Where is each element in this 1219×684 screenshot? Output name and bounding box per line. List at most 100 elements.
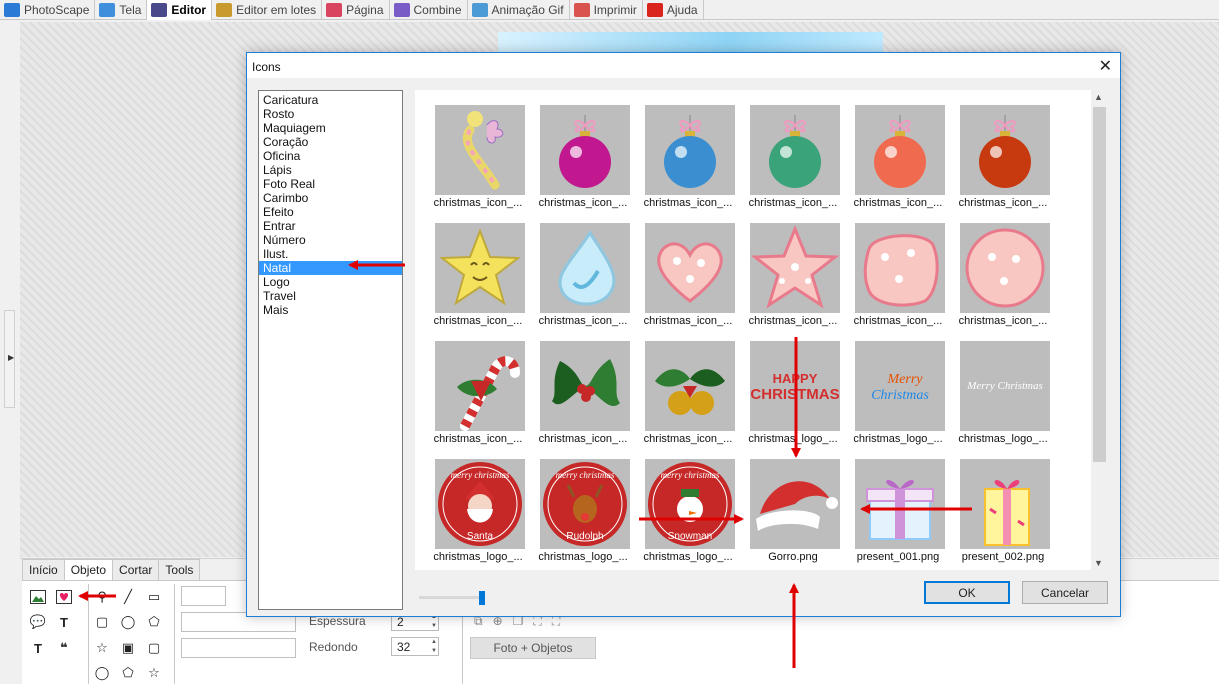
tab-app-icon — [216, 3, 233, 17]
fill-style-select[interactable] — [181, 638, 296, 658]
filled-rect-tool-icon[interactable]: ▣ — [119, 639, 137, 657]
top-tab-editor-em-lotes[interactable]: Editor em lotes — [212, 0, 323, 20]
icon-grid-item[interactable]: Merry Christmas christmas_logo_... — [950, 326, 1050, 445]
top-tab-photoscape[interactable]: PhotoScape — [0, 0, 96, 20]
icon-grid-scrollbar[interactable]: ▲ ▼ — [1091, 90, 1108, 570]
side-panel-toggle[interactable]: ▶ — [4, 310, 15, 408]
icon-grid-item[interactable]: christmas_icon_... — [425, 326, 525, 445]
top-tab-ajuda[interactable]: Ajuda — [643, 0, 704, 20]
icon-grid-item[interactable]: present_001.png — [845, 444, 945, 563]
icon-grid-item[interactable]: christmas_icon_... — [740, 90, 840, 209]
icon-grid-item[interactable]: Gorro.png — [740, 444, 840, 563]
top-tab-label: PhotoScape — [24, 3, 90, 17]
filled-star-tool-icon[interactable]: ☆ — [145, 664, 163, 682]
category-item[interactable]: Maquiagem — [259, 121, 402, 135]
tab-app-icon — [471, 3, 488, 17]
scroll-down-icon[interactable]: ▼ — [1094, 558, 1103, 568]
icon-grid-item[interactable]: christmas_icon_... — [635, 90, 735, 209]
svg-text:Merry: Merry — [887, 372, 924, 387]
zoom-slider-track[interactable] — [419, 596, 483, 599]
category-list[interactable]: Caricatura Rosto Maquiagem Coração Oficina Lá… — [258, 90, 403, 610]
icon-grid-item[interactable]: christmas_icon_... — [635, 208, 735, 327]
rounded-rect-tool-icon[interactable]: ▢ — [93, 613, 111, 631]
icon-grid-item[interactable]: christmas_icon_... — [845, 208, 945, 327]
category-item[interactable]: Natal — [259, 261, 402, 275]
magnifier-icon[interactable]: ⚲ — [93, 588, 111, 606]
icon-grid-item[interactable]: christmas_icon_... — [530, 208, 630, 327]
category-item[interactable]: Travel — [259, 289, 402, 303]
svg-text:Santa: Santa — [467, 531, 494, 542]
icon-grid-item[interactable]: merry christmas Snowman christmas_logo_... — [635, 444, 735, 563]
icon-thumbnail — [645, 223, 735, 313]
divider — [462, 610, 463, 684]
category-item[interactable]: Coração — [259, 135, 402, 149]
speech-balloon-icon[interactable]: 💬 — [29, 613, 47, 631]
top-tab-imprimir[interactable]: Imprimir — [570, 0, 643, 20]
icon-grid-item[interactable]: christmas_icon_... — [950, 208, 1050, 327]
category-item[interactable]: Caricatura — [259, 93, 402, 107]
photo-objects-button[interactable]: Foto + Objetos — [470, 637, 596, 659]
bottom-tab-objeto[interactable]: Objeto — [63, 559, 114, 581]
top-tab-página[interactable]: Página — [322, 0, 390, 20]
icon-insert-button[interactable] — [55, 588, 73, 606]
icon-grid-item[interactable]: merry christmas Rudolph christmas_logo_... — [530, 444, 630, 563]
svg-text:Merry Christmas: Merry Christmas — [966, 380, 1042, 392]
quote-icon[interactable]: ❝ — [55, 639, 73, 657]
category-item[interactable]: Rosto — [259, 107, 402, 121]
scrollbar-thumb[interactable] — [1093, 107, 1106, 462]
svg-text:Rudolph: Rudolph — [566, 531, 603, 542]
cancel-button[interactable]: Cancelar — [1022, 581, 1108, 604]
bottom-tab-incio[interactable]: Início — [22, 559, 65, 580]
round-label: Redondo — [309, 640, 358, 654]
tab-app-icon — [573, 3, 590, 17]
filled-rounded-rect-tool-icon[interactable]: ▢ — [145, 639, 163, 657]
ok-button[interactable]: OK — [924, 581, 1010, 604]
top-tab-label: Editor — [171, 3, 207, 17]
icon-thumbnail — [960, 105, 1050, 195]
category-item[interactable]: Carimbo — [259, 191, 402, 205]
icon-grid-item[interactable]: present_002.png — [950, 444, 1050, 563]
icon-grid-item[interactable]: christmas_icon_... — [425, 90, 525, 209]
bottom-tab-cortar[interactable]: Cortar — [112, 559, 160, 580]
filled-pentagon-tool-icon[interactable]: ⬠ — [119, 664, 137, 682]
text-frame-icon[interactable]: T — [29, 639, 47, 657]
category-item[interactable]: Oficina — [259, 149, 402, 163]
icon-grid-item[interactable]: christmas_icon_... — [740, 208, 840, 327]
category-item[interactable]: Ilust. — [259, 247, 402, 261]
icon-grid-item[interactable]: christmas_icon_... — [950, 90, 1050, 209]
photo-icon[interactable] — [29, 588, 47, 606]
category-item[interactable]: Mais — [259, 303, 402, 317]
category-item[interactable]: Efeito — [259, 205, 402, 219]
icon-grid-item[interactable]: Merry Christmas christmas_logo_... — [845, 326, 945, 445]
top-tab-combine[interactable]: Combine — [390, 0, 468, 20]
scroll-up-icon[interactable]: ▲ — [1094, 92, 1103, 102]
category-item[interactable]: Logo — [259, 275, 402, 289]
star-tool-icon[interactable]: ☆ — [93, 639, 111, 657]
close-icon[interactable]: ✕ — [1099, 56, 1112, 76]
ellipse-tool-icon[interactable]: ◯ — [119, 613, 137, 631]
zoom-slider-handle[interactable] — [479, 591, 485, 605]
rectangle-tool-icon[interactable]: ▭ — [145, 588, 163, 606]
category-item[interactable]: Foto Real — [259, 177, 402, 191]
round-spinner[interactable]: 32 — [391, 637, 439, 656]
category-item[interactable]: Entrar — [259, 219, 402, 233]
icon-grid-item[interactable]: christmas_icon_... — [845, 90, 945, 209]
bottom-tab-tools[interactable]: Tools — [158, 559, 201, 580]
icon-grid-item[interactable]: christmas_icon_... — [635, 326, 735, 445]
top-tab-tela[interactable]: Tela — [95, 0, 148, 20]
icon-grid-item[interactable]: merry christmas Santa christmas_logo_... — [425, 444, 525, 563]
icon-grid-item[interactable]: christmas_icon_... — [530, 326, 630, 445]
category-item[interactable]: Número — [259, 233, 402, 247]
icon-caption: present_002.png — [961, 551, 1045, 563]
color-picker[interactable] — [181, 586, 226, 606]
pentagon-tool-icon[interactable]: ⬠ — [145, 613, 163, 631]
icon-grid-item[interactable]: christmas_icon_... — [530, 90, 630, 209]
icon-grid-item[interactable]: HAPPY CHRISTMAS christmas_logo_... — [740, 326, 840, 445]
filled-ellipse-tool-icon[interactable]: ◯ — [93, 664, 111, 682]
text-tool-icon[interactable]: T — [55, 613, 73, 631]
top-tab-animação-gif[interactable]: Animação Gif — [468, 0, 570, 20]
top-tab-editor[interactable]: Editor — [147, 0, 213, 20]
category-item[interactable]: Lápis — [259, 163, 402, 177]
icon-grid-item[interactable]: christmas_icon_... — [425, 208, 525, 327]
line-tool-icon[interactable]: ╱ — [119, 588, 137, 606]
